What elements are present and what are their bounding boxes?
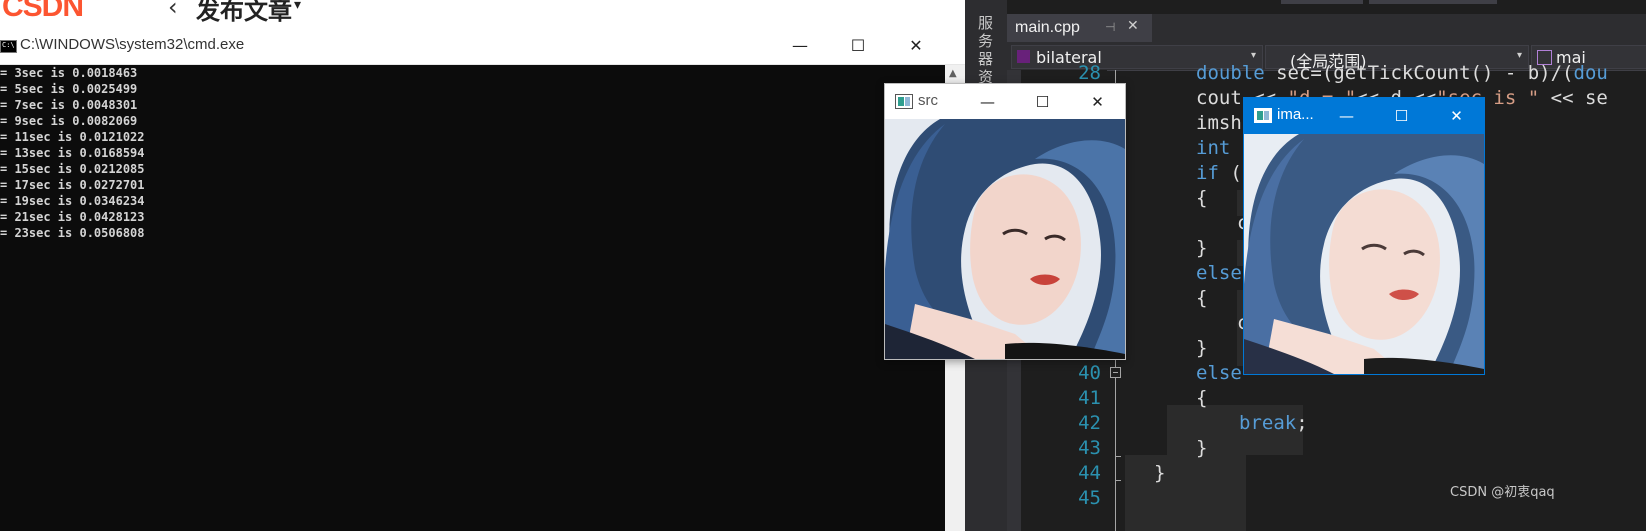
line-number: 42 <box>1078 412 1101 434</box>
toolbar-fragment <box>1281 0 1363 4</box>
code-line: } <box>1196 337 1208 359</box>
minimize-button[interactable]: — <box>771 26 829 64</box>
code-line: { <box>1196 287 1208 309</box>
cmd-output[interactable]: = 3sec is 0.0018463 = 5sec is 0.0025499 … <box>0 65 945 531</box>
result-image-window[interactable]: ima... — ☐ ✕ <box>1243 97 1485 375</box>
cmd-output-line: = 9sec is 0.0082069 <box>0 114 138 128</box>
result-image <box>1244 134 1484 374</box>
code-line: else <box>1196 262 1242 284</box>
portrait-image <box>885 119 1125 359</box>
cmd-output-line: = 21sec is 0.0428123 <box>0 210 145 224</box>
src-window-title: src <box>918 92 938 109</box>
cmd-output-line: = 7sec is 0.0048301 <box>0 98 138 112</box>
close-button[interactable]: ✕ <box>1070 84 1125 119</box>
code-line: else <box>1196 362 1242 384</box>
code-token: break <box>1239 412 1297 434</box>
maximize-button[interactable]: ☐ <box>1015 84 1070 119</box>
code-token: if <box>1196 162 1219 184</box>
maximize-button[interactable]: ☐ <box>829 26 887 64</box>
line-number: 40 <box>1078 362 1101 384</box>
cmd-output-line: = 5sec is 0.0025499 <box>0 82 138 96</box>
line-number: 41 <box>1078 387 1101 409</box>
code-line: double sec=(getTickCount() - b)/(dou <box>1196 62 1608 84</box>
code-token: << se <box>1539 87 1608 109</box>
src-image-window[interactable]: src — ☐ ✕ <box>884 83 1126 360</box>
csdn-logo[interactable]: CSDN <box>2 0 84 24</box>
cmd-output-line: = 23sec is 0.0506808 <box>0 226 145 240</box>
cmd-window-controls: — ☐ ✕ <box>771 26 945 64</box>
csdn-watermark: CSDN @初衷qaq <box>1450 485 1555 500</box>
close-button[interactable]: ✕ <box>1429 98 1484 134</box>
outline-tick <box>1116 456 1121 457</box>
line-number: 44 <box>1078 462 1101 484</box>
back-icon[interactable]: ‹ <box>168 0 178 21</box>
cmd-output-line: = 11sec is 0.0121022 <box>0 130 145 144</box>
cmd-output-line: = 3sec is 0.0018463 <box>0 66 138 80</box>
minimize-button[interactable]: — <box>960 84 1015 119</box>
line-number: 45 <box>1078 487 1101 509</box>
line-number: 28 <box>1078 62 1101 84</box>
cmd-title: C:\WINDOWS\system32\cmd.exe <box>20 36 245 53</box>
src-image <box>885 119 1125 359</box>
code-token: int <box>1196 137 1231 159</box>
chevron-down-icon: ▾ <box>1250 50 1256 61</box>
cmd-app-icon <box>0 40 17 53</box>
close-button[interactable]: ✕ <box>887 26 945 64</box>
line-number: 43 <box>1078 437 1101 459</box>
cmd-output-line: = 17sec is 0.0272701 <box>0 178 145 192</box>
toolbar-fragment <box>1369 0 1497 4</box>
code-line: } <box>1196 237 1208 259</box>
src-title-bar[interactable]: src — ☐ ✕ <box>885 84 1125 119</box>
outline-tick <box>1116 480 1121 481</box>
minimize-button[interactable]: — <box>1319 98 1374 134</box>
chevron-down-icon: ▾ <box>1516 50 1522 61</box>
code-token: ; <box>1296 412 1308 434</box>
close-icon[interactable]: ✕ <box>1127 18 1139 34</box>
maximize-button[interactable]: ☐ <box>1374 98 1429 134</box>
tab-label: main.cpp <box>1015 19 1080 36</box>
src-window-controls: — ☐ ✕ <box>960 84 1125 119</box>
image-window-icon <box>895 94 913 109</box>
code-line: { <box>1196 387 1208 409</box>
code-line: } <box>1196 437 1208 459</box>
scope-highlight <box>1125 455 1246 531</box>
scroll-up-icon[interactable]: ▲ <box>949 68 957 79</box>
pin-icon[interactable]: ⊣ <box>1105 20 1115 34</box>
code-line: } <box>1154 462 1166 484</box>
cmd-output-line: = 15sec is 0.0212085 <box>0 162 145 176</box>
page-title: 发布文章 <box>196 0 292 25</box>
code-token: dou <box>1573 62 1608 84</box>
cmd-title-bar[interactable]: C:\WINDOWS\system32\cmd.exe — ☐ ✕ <box>0 26 965 65</box>
result-window-title: ima... <box>1277 106 1314 123</box>
code-token: sec=(getTickCount() - b)/( <box>1264 62 1574 84</box>
code-line: break; <box>1239 412 1308 434</box>
code-token: double <box>1196 62 1265 84</box>
tab-main-cpp[interactable]: main.cpp ⊣ ✕ <box>1007 14 1152 42</box>
cmd-window[interactable]: C:\WINDOWS\system32\cmd.exe — ☐ ✕ = 3sec… <box>0 26 965 531</box>
editor-tab-strip: main.cpp ⊣ ✕ <box>1007 14 1646 42</box>
collapse-icon[interactable] <box>1110 367 1121 378</box>
code-line: { <box>1196 187 1208 209</box>
image-window-icon <box>1254 108 1272 123</box>
result-window-controls: — ☐ ✕ <box>1319 98 1484 133</box>
portrait-image <box>1244 134 1484 374</box>
cmd-output-line: = 13sec is 0.0168594 <box>0 146 145 160</box>
chevron-down-icon[interactable]: ▾ <box>294 0 301 13</box>
cmd-output-line: = 19sec is 0.0346234 <box>0 194 145 208</box>
result-title-bar[interactable]: ima... — ☐ ✕ <box>1244 98 1484 134</box>
